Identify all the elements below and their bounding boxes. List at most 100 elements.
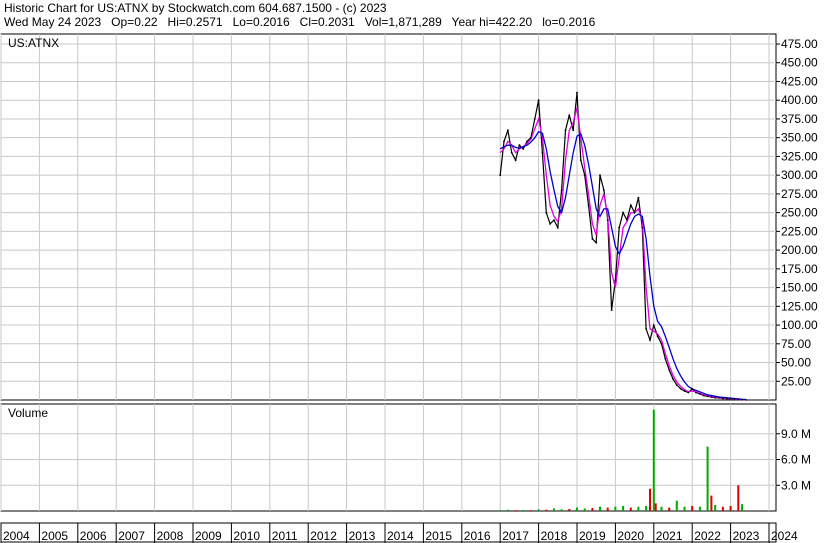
price-point [660, 342, 663, 345]
price-point [725, 397, 728, 400]
x-tick-label: 2004 [3, 529, 30, 543]
price-point [503, 140, 505, 143]
volume-chart-title: Volume [8, 406, 48, 420]
price-tick-label: 150.00 [781, 281, 818, 295]
price-point [710, 396, 713, 398]
price-point [656, 335, 659, 338]
x-tick-label: 2021 [656, 529, 683, 543]
price-point [541, 151, 544, 154]
volume-bar [622, 505, 625, 511]
price-tick-label: 25.00 [781, 374, 811, 388]
price-tick-label: 375.00 [781, 112, 818, 126]
price-tick-label: 325.00 [781, 149, 818, 163]
volume-bar [710, 495, 713, 511]
volume-bar [506, 509, 509, 511]
volume-bar [529, 510, 532, 511]
volume-bar [721, 506, 724, 511]
volume-bar [537, 509, 540, 511]
price-chart-title: US:ATNX [8, 36, 59, 50]
price-point [568, 114, 571, 117]
price-point [518, 144, 521, 147]
price-point [702, 394, 705, 397]
x-tick-label: 2006 [80, 529, 107, 543]
x-tick-label: 2009 [195, 529, 222, 543]
price-point [722, 397, 724, 400]
volume-bar [514, 510, 517, 511]
volume-bar [553, 508, 555, 511]
price-point [718, 396, 720, 399]
price-point [672, 378, 674, 380]
volume-bar [741, 504, 744, 511]
x-axis: 2004 2005 2006 2007 2008 2009 2010 2011 2012 2013… [0, 522, 798, 543]
price-tick-label: 450.00 [781, 56, 818, 70]
price-point [695, 391, 697, 394]
price-plot-frame [0, 33, 777, 401]
price-tick-label: 300.00 [781, 168, 818, 182]
volume-bar [606, 507, 609, 511]
x-tick-label: 2015 [425, 529, 452, 543]
price-tick-label: 350.00 [781, 131, 818, 145]
x-tick-label: 2023 [733, 529, 760, 543]
price-tick-label: 100.00 [781, 318, 818, 332]
price-point [564, 129, 567, 132]
price-point [595, 241, 598, 244]
volume-bar [698, 506, 701, 511]
volume-bar [645, 505, 648, 511]
x-tick-label: 2011 [272, 529, 298, 543]
volume-bar [675, 500, 678, 511]
x-tick-label: 2022 [694, 529, 721, 543]
price-point [633, 211, 636, 214]
x-tick-label: 2020 [617, 529, 644, 543]
volume-bar [691, 505, 694, 511]
volume-bar [522, 510, 525, 511]
price-tick-label: 175.00 [781, 262, 818, 276]
volume-bar [499, 510, 502, 511]
volume-bar [706, 446, 709, 511]
x-tick-label: 2007 [118, 529, 145, 543]
price-point [599, 174, 601, 177]
price-point [629, 204, 632, 207]
price-point [583, 174, 586, 177]
price-point [641, 226, 644, 229]
volume-bar [649, 488, 651, 511]
x-tick-label: 2014 [387, 529, 414, 543]
volume-bar [668, 507, 671, 511]
volume-bar [729, 505, 732, 511]
price-point [610, 309, 613, 311]
price-tick-label: 400.00 [781, 93, 818, 107]
price-point [522, 148, 525, 150]
x-tick-label: 2017 [502, 529, 529, 543]
volume-tick-label: 3.0 M [781, 478, 811, 492]
volume-bar [576, 507, 578, 511]
price-point [668, 369, 671, 371]
volume-bar [568, 508, 571, 511]
price-point [649, 339, 651, 341]
price-point [675, 384, 678, 386]
x-tick-label: 2010 [233, 529, 260, 543]
x-tick-label: 2016 [464, 529, 491, 543]
price-point [579, 159, 582, 162]
price-tick-label: 250.00 [781, 206, 818, 220]
volume-bar [545, 509, 548, 511]
price-point [645, 327, 647, 330]
price-point [699, 393, 701, 395]
price-point [553, 219, 555, 222]
price-point [687, 391, 690, 394]
price-tick-label: 275.00 [781, 187, 818, 201]
price-tick-label: 50.00 [781, 356, 811, 370]
price-point [652, 324, 655, 326]
price-point [556, 226, 559, 229]
volume-tick-label: 9.0 M [781, 427, 811, 441]
price-point [741, 398, 743, 401]
price-point [637, 196, 640, 199]
volume-tick-label: 6.0 M [781, 453, 811, 467]
x-tick-label: 2019 [579, 529, 606, 543]
volume-bar [614, 506, 617, 511]
price-point [549, 223, 551, 225]
historic-chart: 25.00 50.00 75.00 100.00 125.00 150.00 175.00 2… [0, 33, 818, 543]
x-tick-label: 2008 [157, 529, 184, 543]
price-panel: 25.00 50.00 75.00 100.00 125.00 150.00 175.00 2… [0, 33, 818, 401]
x-tick-label: 2005 [41, 529, 68, 543]
price-point [587, 204, 590, 207]
price-point [591, 238, 594, 240]
